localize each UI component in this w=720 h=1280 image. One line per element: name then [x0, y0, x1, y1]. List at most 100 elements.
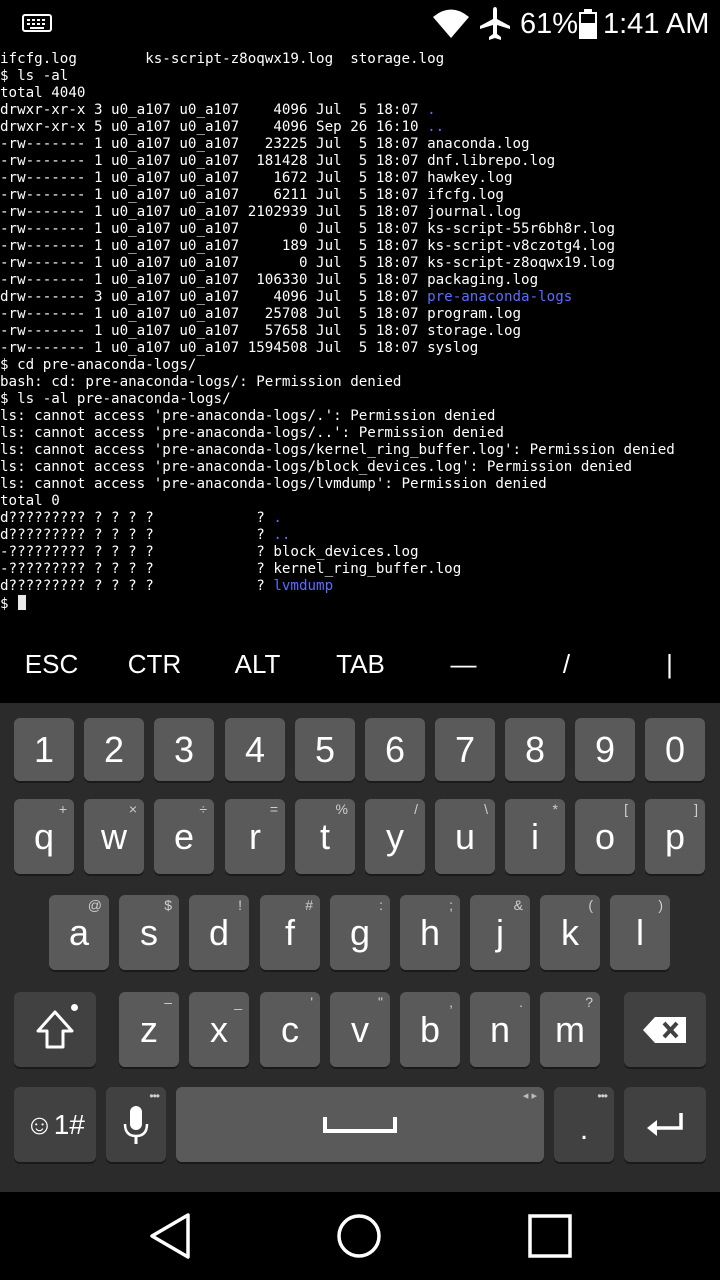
key-x[interactable]: _ x [189, 992, 249, 1067]
key-label: . [579, 1112, 589, 1146]
key-h[interactable]: ; h [400, 895, 460, 970]
key-a[interactable]: @ a [49, 895, 109, 970]
terminal-line-text: -rw------- 1 u0_a107 u0_a107 1594508 Jul… [0, 340, 479, 356]
terminal-line-text: ls: cannot access 'pre-anaconda-logs/lvm… [0, 476, 547, 492]
key-9[interactable]: 9 [575, 718, 635, 781]
directory-name: pre-anaconda-logs [427, 289, 573, 305]
terminal-line: -rw------- 1 u0_a107 u0_a107 25708 Jul 5… [0, 306, 720, 323]
key-8[interactable]: 8 [505, 718, 565, 781]
key-g[interactable]: :g [330, 895, 390, 970]
key-4[interactable]: 4 [225, 718, 285, 781]
esc-key[interactable]: ESC [0, 625, 103, 703]
slash-key[interactable]: / [515, 625, 618, 703]
key-hint: " [378, 994, 383, 1010]
key-label: 0 [664, 728, 686, 770]
key-0[interactable]: 0 [645, 718, 705, 781]
key-label: 6 [384, 728, 406, 770]
key-label: w [101, 815, 127, 857]
key-hint: – [164, 994, 172, 1010]
terminal-line-text: -rw------- 1 u0_a107 u0_a107 181428 Jul … [0, 153, 556, 169]
key-u[interactable]: \ u [435, 799, 495, 874]
key-l[interactable]: ) l [610, 895, 670, 970]
key-q[interactable]: + q [14, 799, 74, 874]
key-2[interactable]: 2 [84, 718, 144, 781]
key-m[interactable]: ? m [540, 992, 600, 1067]
key-v[interactable]: " v [330, 992, 390, 1067]
key-z[interactable]: – z [119, 992, 179, 1067]
recents-button[interactable] [520, 1208, 580, 1264]
key-label: f [284, 911, 295, 953]
key-1[interactable]: 1 [14, 718, 74, 781]
key-label: z [140, 1008, 158, 1050]
key-7[interactable]: 7 [435, 718, 495, 781]
ctrl-key[interactable]: CTR [103, 625, 206, 703]
key-5[interactable]: 5 [295, 718, 355, 781]
space-key[interactable]: ◂ ▸ [176, 1087, 544, 1162]
key-label: s [140, 911, 158, 953]
key-s[interactable]: $ s [119, 895, 179, 970]
home-circle-icon [337, 1214, 381, 1258]
key-label: l [636, 911, 644, 953]
terminal-line: ls: cannot access 'pre-anaconda-logs/lvm… [0, 476, 720, 493]
terminal-line: drw------- 3 u0_a107 u0_a107 4096 Jul 5 … [0, 289, 720, 306]
terminal-line: d????????? ? ? ? ? ? . [0, 510, 720, 527]
terminal-line: $ cd pre-anaconda-logs/ [0, 357, 720, 374]
back-triangle-icon [150, 1213, 190, 1259]
key-r[interactable]: = r [225, 799, 285, 874]
shift-key[interactable] [14, 992, 96, 1067]
back-button[interactable] [140, 1208, 200, 1264]
terminal-line-text: -????????? ? ? ? ? ? block_devices.log [0, 544, 419, 560]
period-key[interactable]: •••. [554, 1087, 614, 1162]
terminal-line: -rw------- 1 u0_a107 u0_a107 0 Jul 5 18:… [0, 221, 720, 238]
terminal-line-text: bash: cd: pre-anaconda-logs/: Permission… [0, 374, 402, 390]
terminal-line: -????????? ? ? ? ? ? kernel_ring_buffer.… [0, 561, 720, 578]
key-label: v [351, 1008, 369, 1050]
key-n[interactable]: .n [470, 992, 530, 1067]
key-o[interactable]: [o [575, 799, 635, 874]
key-6[interactable]: 6 [365, 718, 425, 781]
key-f[interactable]: # f [260, 895, 320, 970]
terminal-line-text: ls: cannot access 'pre-anaconda-logs/.':… [0, 408, 496, 424]
recents-square-icon [528, 1214, 572, 1258]
key-p[interactable]: ] p [645, 799, 705, 874]
key-3[interactable]: 3 [154, 718, 214, 781]
enter-key[interactable] [624, 1087, 706, 1162]
key-label: t [319, 815, 330, 857]
key-c[interactable]: ' c [260, 992, 320, 1067]
key-label: ☺1# [25, 1108, 85, 1140]
directory-name: . [427, 102, 436, 118]
terminal-prompt-line[interactable]: $ [0, 595, 720, 611]
key-w[interactable]: × w [84, 799, 144, 874]
terminal-line: ls: cannot access 'pre-anaconda-logs/.':… [0, 408, 720, 425]
pipe-key[interactable]: | [618, 625, 720, 703]
terminal-line: drwxr-xr-x 5 u0_a107 u0_a107 4096 Sep 26… [0, 119, 720, 136]
symbols-key[interactable]: ☺1# [14, 1087, 96, 1162]
key-label: x [210, 1008, 228, 1050]
terminal-output[interactable]: ifcfg.log ks-script-z8oqwx19.log storage… [0, 51, 720, 611]
microphone-icon [121, 1104, 151, 1146]
terminal-line-text: ls: cannot access 'pre-anaconda-logs/ker… [0, 442, 675, 458]
terminal-line-text: -rw------- 1 u0_a107 u0_a107 0 Jul 5 18:… [0, 255, 615, 271]
key-y[interactable]: / y [365, 799, 425, 874]
dash-key[interactable]: — [412, 625, 515, 703]
key-label: 1 [33, 728, 55, 770]
terminal-line-text: ls: cannot access 'pre-anaconda-logs/..'… [0, 425, 504, 441]
directory-name: .. [427, 119, 445, 135]
home-button[interactable] [329, 1208, 389, 1264]
key-b[interactable]: ,b [400, 992, 460, 1067]
key-j[interactable]: & j [470, 895, 530, 970]
tab-key[interactable]: TAB [309, 625, 412, 703]
key-i[interactable]: * i [505, 799, 565, 874]
key-e[interactable]: ÷ e [154, 799, 214, 874]
key-k[interactable]: (k [540, 895, 600, 970]
key-d[interactable]: ! d [189, 895, 249, 970]
battery-percent: 61% [520, 8, 579, 40]
backspace-key[interactable] [624, 992, 706, 1067]
terminal-line: bash: cd: pre-anaconda-logs/: Permission… [0, 374, 720, 391]
alt-key[interactable]: ALT [206, 625, 309, 703]
terminal-line-text: -rw------- 1 u0_a107 u0_a107 106330 Jul … [0, 272, 539, 288]
terminal-line-text: drw------- 3 u0_a107 u0_a107 4096 Jul 5 … [0, 289, 428, 305]
voice-input-key[interactable]: ••• [106, 1087, 166, 1162]
key-t[interactable]: % t [295, 799, 355, 874]
terminal-line: -rw------- 1 u0_a107 u0_a107 6211 Jul 5 … [0, 187, 720, 204]
